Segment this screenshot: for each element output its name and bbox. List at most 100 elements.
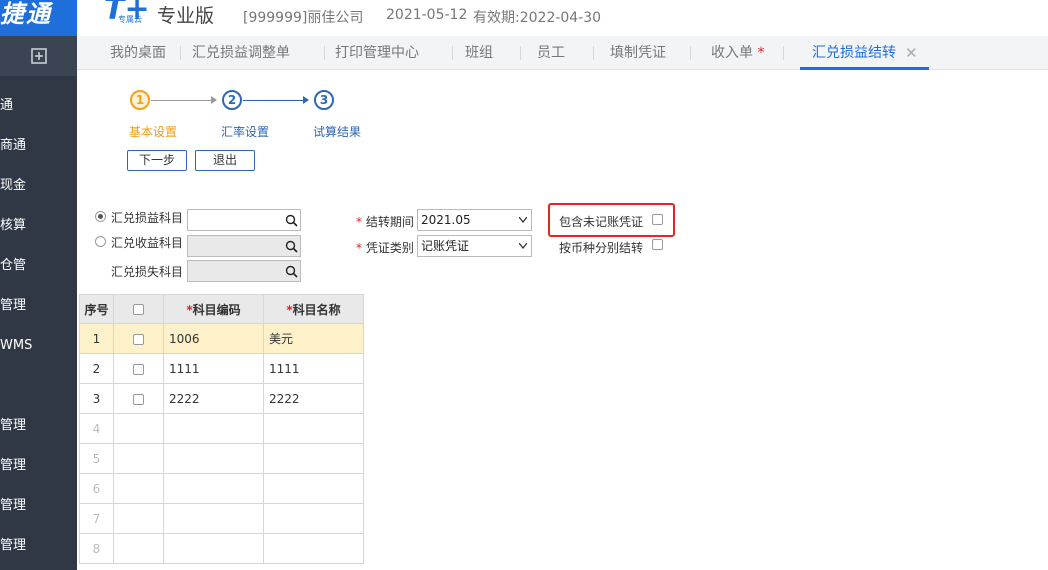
step-3-label: 试算结果 [313,125,362,139]
tab-print-center[interactable]: 打印管理中心 [335,36,419,70]
sidebar-item-1[interactable]: 通 [0,86,77,126]
table-row[interactable]: 7 [79,503,364,534]
by-currency-label: 按币种分别结转 [559,241,644,255]
row-checkbox[interactable] [133,333,144,345]
step-2-circle: 2 [222,90,242,110]
table-row[interactable]: 3 2222 2222 [79,383,364,414]
include-unposted-checkbox[interactable] [652,214,663,225]
fx-income-label: 汇兑收益科目 [111,236,184,250]
select-all-checkbox[interactable] [133,304,144,315]
search-icon[interactable] [285,214,298,227]
voucher-type-value: 记账凭证 [421,239,470,253]
table-row[interactable]: 8 [79,533,364,564]
row-code[interactable] [163,533,264,564]
next-step-button[interactable]: 下一步 [127,150,187,171]
table-row[interactable]: 4 [79,413,364,444]
tab-divider [690,46,691,60]
tab-team[interactable]: 班组 [465,36,493,70]
tab-fx-adjustment[interactable]: 汇兑损益调整单 [192,36,290,70]
row-name[interactable] [263,503,364,534]
row-name[interactable] [263,473,364,504]
sidebar-item-2[interactable]: 商通 [0,126,77,166]
voucher-type-label-text: 凭证类别 [365,241,414,255]
validity-date: 有效期:2022-04-30 [473,10,602,26]
step-1-label: 基本设置 [129,125,178,139]
table-row[interactable]: 5 [79,443,364,474]
sidebar-item-3[interactable]: 现金 [0,166,77,206]
brand-logo: 捷通 [0,0,77,36]
chevron-down-icon [519,243,527,249]
row-seq: 5 [79,443,114,474]
tab-divider [324,46,325,60]
fx-gain-account-input[interactable] [187,209,301,231]
row-code[interactable]: 1111 [163,353,264,384]
tab-voucher[interactable]: 填制凭证 [610,36,666,70]
step-1-circle: 1 [130,90,150,110]
top-header: 捷通 T+ 专属云 专业版 [999999]丽佳公司 2021-05-12 有效… [0,0,1048,36]
fx-gain-label: 汇兑损益科目 [111,211,184,225]
table-row[interactable]: 2 1111 1111 [79,353,364,384]
row-code[interactable] [163,503,264,534]
sidebar-item-5[interactable]: 仓管 [0,246,77,286]
code-header: *科目编码 [163,294,264,324]
search-icon[interactable] [285,265,298,278]
period-select[interactable]: 2021.05 [417,209,532,231]
required-marker: * [356,241,362,255]
sidebar-item-7[interactable]: WMS [0,326,77,366]
row-name[interactable]: 2222 [263,383,364,414]
by-currency-checkbox[interactable] [652,239,663,250]
row-select-cell [113,443,164,474]
row-name[interactable] [263,413,364,444]
voucher-type-label: * 凭证类别 [356,239,414,256]
row-select-cell [113,413,164,444]
row-seq: 8 [79,533,114,564]
row-name[interactable] [263,443,364,474]
table-row[interactable]: 1 1006 美元 [79,323,364,354]
table-row[interactable]: 6 [79,473,364,504]
row-checkbox[interactable] [133,393,144,405]
row-name[interactable]: 美元 [263,323,364,354]
tab-fx-carryover[interactable]: 汇兑损益结转 [812,36,896,70]
row-checkbox[interactable] [133,363,144,375]
sidebar-item-11[interactable]: 管理 [0,526,77,566]
fx-gain-radio[interactable] [95,211,106,222]
sidebar-item-9[interactable]: 管理 [0,446,77,486]
step-3-circle: 3 [314,90,334,110]
row-code[interactable]: 1006 [163,323,264,354]
sidebar-item-4[interactable]: 核算 [0,206,77,246]
row-code[interactable]: 2222 [163,383,264,414]
unsaved-marker: * [757,45,765,61]
tab-divider [180,46,181,60]
fx-loss-account-input[interactable] [187,260,301,282]
row-name[interactable]: 1111 [263,353,364,384]
fx-loss-label: 汇兑损失科目 [111,265,184,279]
step-2-label: 汇率设置 [221,125,270,139]
close-tab-icon[interactable]: ✕ [905,36,918,70]
voucher-type-select[interactable]: 记账凭证 [417,235,532,257]
required-marker: * [356,215,362,229]
exit-button[interactable]: 退出 [195,150,255,171]
tab-income[interactable]: 收入单 * [711,36,764,70]
sidebar-item-8[interactable]: 管理 [0,406,77,446]
account-table: 序号 *科目编码 *科目名称 1 1006 美元 2 1111 1111 3 2… [79,294,364,564]
chevron-down-icon [519,217,527,223]
row-select-cell [113,503,164,534]
fx-income-radio[interactable] [95,236,106,247]
fx-income-account-input[interactable] [187,235,301,257]
sidebar-toggle[interactable] [0,36,77,76]
search-icon[interactable] [285,240,298,253]
step-connector [151,100,211,101]
seq-header: 序号 [79,294,114,324]
row-code[interactable] [163,443,264,474]
add-window-icon [31,48,47,64]
sidebar-item-10[interactable]: 管理 [0,486,77,526]
tab-employee[interactable]: 员工 [537,36,565,70]
row-name[interactable] [263,533,364,564]
row-select-cell [113,383,164,414]
tab-desktop[interactable]: 我的桌面 [110,36,166,70]
row-code[interactable] [163,473,264,504]
tab-income-label: 收入单 [711,45,753,61]
active-tab-indicator [800,67,929,70]
row-code[interactable] [163,413,264,444]
sidebar-item-6[interactable]: 管理 [0,286,77,326]
